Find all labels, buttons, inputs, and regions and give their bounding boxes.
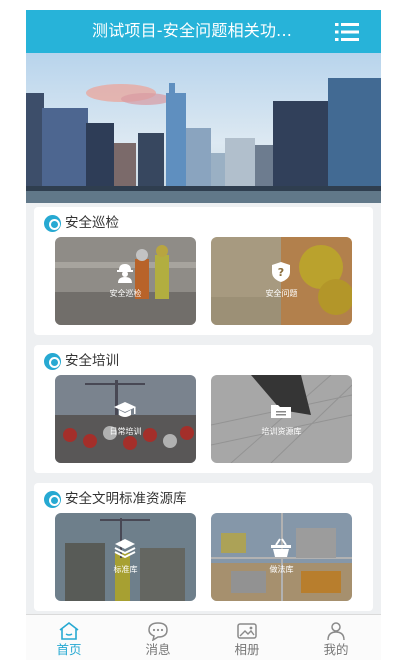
question-shield-icon: ? — [272, 262, 290, 282]
location-pin-icon — [44, 214, 61, 232]
home-icon — [59, 621, 79, 640]
tile-label: 培训资源库 — [261, 427, 302, 436]
tab-home[interactable]: 首页 — [34, 615, 104, 660]
layers-icon — [114, 539, 136, 559]
section-title: 安全文明标准资源库 — [65, 491, 187, 507]
svg-text:?: ? — [278, 266, 284, 279]
section-header: 安全巡检 — [44, 213, 119, 233]
tile-training-library[interactable]: 培训资源库 — [211, 375, 352, 463]
section-title: 安全巡检 — [65, 215, 119, 231]
tab-messages[interactable]: 消息 — [123, 615, 193, 660]
section-title: 安全培训 — [65, 353, 119, 369]
menu-icon[interactable] — [335, 22, 359, 42]
tile-safety-inspection[interactable]: 安全巡检 — [55, 237, 196, 325]
tile-label: 标准库 — [113, 565, 138, 574]
tab-profile[interactable]: 我的 — [301, 615, 371, 660]
tab-label: 我的 — [323, 642, 349, 657]
section-safety-inspection: 安全巡检 安全巡检 ? 安全问题 — [34, 207, 373, 335]
tile-label: 做法库 — [269, 565, 294, 574]
bottom-tab-bar: 首页 消息 相册 我的 — [26, 614, 381, 660]
location-pin-icon — [44, 490, 61, 508]
album-icon — [237, 623, 257, 639]
tab-label: 首页 — [56, 642, 82, 657]
tile-practice-library[interactable]: 做法库 — [211, 513, 352, 601]
user-icon — [327, 622, 345, 641]
worker-icon — [117, 264, 133, 283]
basket-icon — [271, 538, 291, 557]
city-skyline-image — [26, 53, 381, 203]
tab-label: 相册 — [234, 642, 260, 657]
location-pin-icon — [44, 352, 61, 370]
app-screen: 测试项目-安全问题相关功... 安全巡检 安全巡检 ? 安全问题 安全培训 日常… — [26, 10, 381, 660]
section-safety-training: 安全培训 日常培训 培训资源库 — [34, 345, 373, 473]
hero-banner — [26, 53, 381, 203]
tab-label: 消息 — [145, 642, 171, 657]
tile-safety-issues[interactable]: ? 安全问题 — [211, 237, 352, 325]
tile-label: 安全问题 — [265, 289, 298, 298]
tile-label: 安全巡检 — [109, 289, 142, 298]
folder-icon — [271, 405, 291, 418]
top-bar: 测试项目-安全问题相关功... — [26, 10, 381, 53]
page-title: 测试项目-安全问题相关功... — [92, 21, 293, 40]
section-standards-library: 安全文明标准资源库 标准库 做法库 — [34, 483, 373, 611]
section-header: 安全培训 — [44, 351, 119, 371]
section-header: 安全文明标准资源库 — [44, 489, 187, 509]
tile-standards-library[interactable]: 标准库 — [55, 513, 196, 601]
tile-daily-training[interactable]: 日常培训 — [55, 375, 196, 463]
message-icon — [148, 622, 168, 641]
tab-album[interactable]: 相册 — [212, 615, 282, 660]
tile-label: 日常培训 — [109, 427, 142, 436]
graduation-cap-icon — [114, 402, 136, 417]
